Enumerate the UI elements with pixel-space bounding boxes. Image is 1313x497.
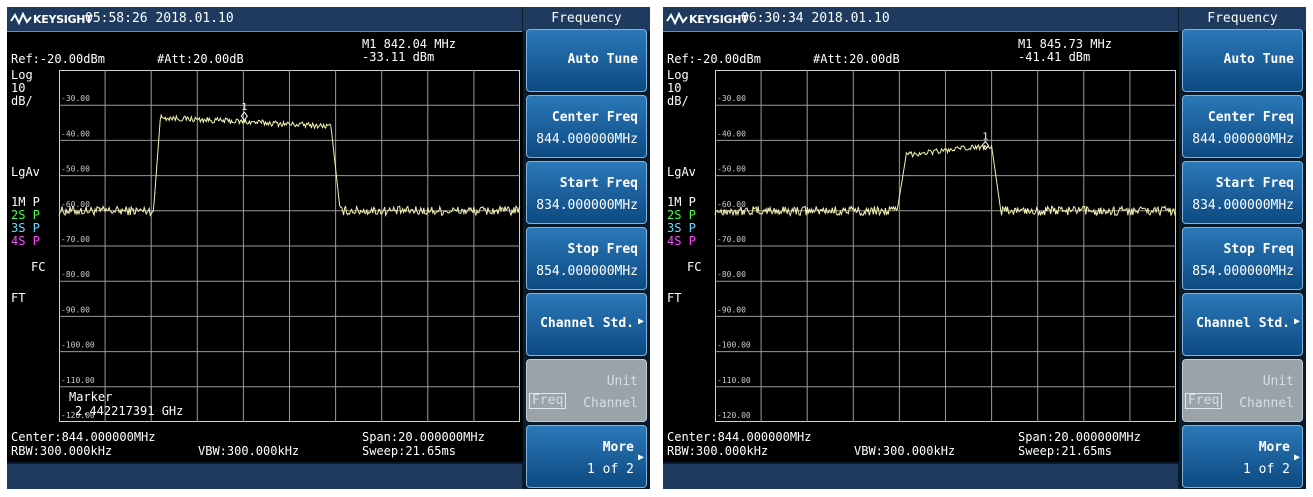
menu-title: Frequency	[523, 7, 650, 31]
date-time: 06:30:34 2018.01.10	[741, 11, 890, 26]
span: Span:20.000000MHz	[1018, 430, 1141, 444]
stop-freq-value: 854.000000MHz	[536, 264, 638, 279]
y-tick-label: -30.00	[61, 94, 90, 103]
unit-button[interactable]: Unit Freq Channel	[526, 359, 647, 422]
marker-box-value: 2.442217391 GHz	[75, 404, 184, 418]
more-page: 1 of 2	[587, 462, 634, 477]
y-tick-label: -90.00	[717, 305, 746, 314]
center-freq-value: 844.000000MHz	[1192, 132, 1294, 147]
more-arrow-icon: ▶	[637, 452, 644, 463]
auto-tune-button[interactable]: Auto Tune	[526, 29, 647, 92]
y-tick-label: -50.00	[61, 165, 90, 174]
y-tick-label: -90.00	[61, 305, 90, 314]
rbw: RBW:300.000kHz	[11, 444, 113, 458]
channel-std-label: Channel Std.	[1196, 316, 1290, 331]
auto-tune-label: Auto Tune	[1223, 52, 1294, 67]
unit-channel-label: Channel	[583, 396, 638, 411]
unit-channel-label: Channel	[1239, 396, 1294, 411]
more-label: More	[602, 440, 634, 455]
keysight-wave-icon	[10, 12, 32, 26]
submenu-arrow-icon: ▶	[637, 316, 644, 327]
y-tick-label: -60.00	[717, 200, 746, 209]
unit-label: Unit	[606, 374, 638, 389]
y-tick-label: -50.00	[717, 165, 746, 174]
center-frequency: Center:844.000000MHz	[667, 430, 812, 444]
y-tick-label: -80.00	[61, 270, 90, 279]
stop-freq-button[interactable]: Stop Freq 854.000000MHz	[1182, 227, 1303, 290]
y-tick-label: -110.00	[61, 376, 95, 385]
start-freq-value: 834.000000MHz	[536, 198, 638, 213]
y-tick-label: -30.00	[717, 94, 746, 103]
title-bar: KEYSIGHT 06:30:34 2018.01.10	[663, 7, 1178, 32]
keysight-logo: KEYSIGHT	[10, 10, 93, 28]
menu-title: Frequency	[1179, 7, 1306, 31]
keysight-logo: KEYSIGHT	[666, 10, 749, 28]
spectrum-screen: Ref:-20.00dBm #Att:20.00dB M1 845.73 MHz…	[663, 32, 1179, 462]
stop-freq-label: Stop Freq	[567, 242, 638, 257]
marker-1-diamond[interactable]	[240, 111, 248, 121]
analyzer-panel-right: KEYSIGHT 06:30:34 2018.01.10 Frequency R…	[663, 7, 1306, 489]
start-freq-label: Start Freq	[559, 176, 638, 191]
spectrum-trace: -30.00 -40.00 -50.00 -60.00 -70.00 -80.00 -90.…	[714, 70, 1177, 422]
channel-std-button[interactable]: Channel Std. ▶	[1182, 293, 1303, 356]
y-tick-label: -80.00	[717, 270, 746, 279]
center-freq-button[interactable]: Center Freq 844.000000MHz	[1182, 95, 1303, 158]
more-button[interactable]: More 1 of 2 ▶	[526, 425, 647, 488]
y-tick-label: -120.00	[717, 411, 751, 420]
y-tick-label: -40.00	[717, 129, 746, 138]
start-freq-label: Start Freq	[1215, 176, 1294, 191]
start-freq-button[interactable]: Start Freq 834.000000MHz	[526, 161, 647, 224]
y-tick-label: -70.00	[717, 235, 746, 244]
start-freq-button[interactable]: Start Freq 834.000000MHz	[1182, 161, 1303, 224]
rbw: RBW:300.000kHz	[667, 444, 769, 458]
marker-1-label: 1	[982, 131, 988, 142]
sweep-time: Sweep:21.65ms	[362, 444, 456, 458]
auto-tune-button[interactable]: Auto Tune	[1182, 29, 1303, 92]
y-tick-label: -70.00	[61, 235, 90, 244]
status-bar	[7, 464, 522, 489]
unit-freq-tag: Freq	[1185, 393, 1223, 409]
channel-std-label: Channel Std.	[540, 316, 634, 331]
span: Span:20.000000MHz	[362, 430, 485, 444]
more-arrow-icon: ▶	[1293, 452, 1300, 463]
marker-box-title: Marker	[69, 390, 113, 404]
more-label: More	[1258, 440, 1290, 455]
more-page: 1 of 2	[1243, 462, 1290, 477]
status-bar	[663, 464, 1178, 489]
start-freq-value: 834.000000MHz	[1192, 198, 1294, 213]
brand-text: KEYSIGHT	[689, 12, 749, 26]
sweep-time: Sweep:21.65ms	[1018, 444, 1112, 458]
more-button[interactable]: More 1 of 2 ▶	[1182, 425, 1303, 488]
center-frequency: Center:844.000000MHz	[11, 430, 156, 444]
channel-std-button[interactable]: Channel Std. ▶	[526, 293, 647, 356]
brand-text: KEYSIGHT	[33, 12, 93, 26]
stop-freq-value: 854.000000MHz	[1192, 264, 1294, 279]
y-tick-label: -100.00	[717, 341, 751, 350]
center-freq-value: 844.000000MHz	[536, 132, 638, 147]
y-tick-label: -110.00	[717, 376, 751, 385]
unit-label: Unit	[1262, 374, 1294, 389]
date-time: 05:58:26 2018.01.10	[85, 11, 234, 26]
center-freq-label: Center Freq	[551, 110, 638, 125]
y-tick-label: -100.00	[61, 341, 95, 350]
center-freq-label: Center Freq	[1207, 110, 1294, 125]
y-tick-label: -40.00	[61, 129, 90, 138]
stop-freq-label: Stop Freq	[1223, 242, 1294, 257]
center-freq-button[interactable]: Center Freq 844.000000MHz	[526, 95, 647, 158]
submenu-arrow-icon: ▶	[1293, 316, 1300, 327]
vbw: VBW:300.000kHz	[198, 444, 300, 458]
analyzer-panel-left: KEYSIGHT 05:58:26 2018.01.10 Frequency R…	[7, 7, 650, 489]
unit-freq-tag: Freq	[529, 393, 567, 409]
vbw: VBW:300.000kHz	[854, 444, 956, 458]
stop-freq-button[interactable]: Stop Freq 854.000000MHz	[526, 227, 647, 290]
marker-1-label: 1	[241, 102, 247, 113]
unit-button[interactable]: Unit Freq Channel	[1182, 359, 1303, 422]
keysight-wave-icon	[666, 12, 688, 26]
spectrum-screen: Ref:-20.00dBm #Att:20.00dB M1 842.04 MHz…	[7, 32, 523, 462]
title-bar: KEYSIGHT 05:58:26 2018.01.10	[7, 7, 522, 32]
auto-tune-label: Auto Tune	[567, 52, 638, 67]
